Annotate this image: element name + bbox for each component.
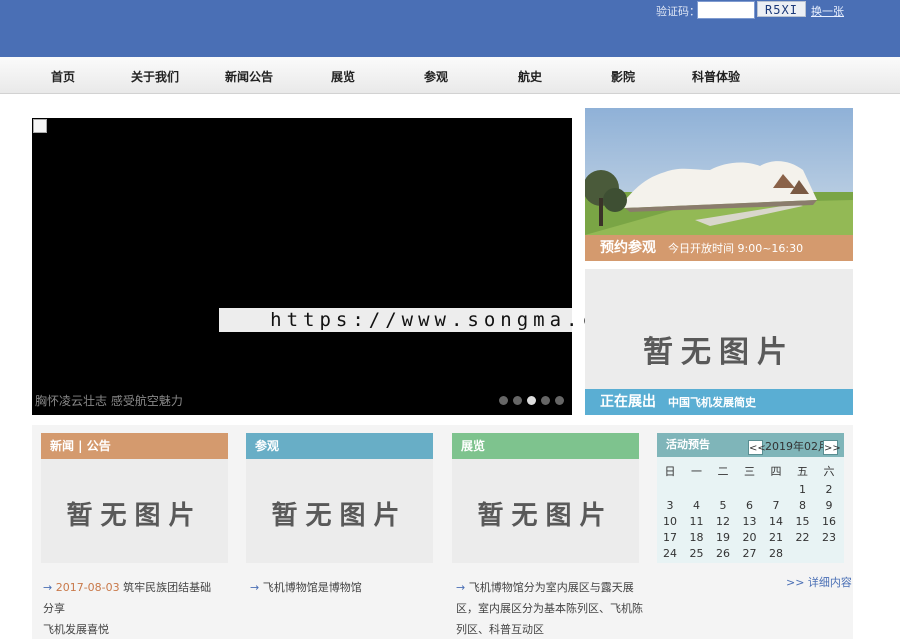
- calendar-day[interactable]: 17: [657, 531, 683, 544]
- calendar-day[interactable]: 4: [684, 499, 710, 512]
- calendar-day[interactable]: 22: [790, 531, 816, 544]
- slider-dot[interactable]: [555, 396, 564, 405]
- visit-item-text: 飞机博物馆是博物馆: [262, 581, 362, 594]
- news-item[interactable]: → 2017-08-03 筑牢民族团结基础 分享 飞机发展喜悦: [43, 577, 233, 640]
- slider-dot[interactable]: [513, 396, 522, 405]
- main-nav: 首页 关于我们 新闻公告 展览 参观 航史 影院 科普体验: [0, 57, 900, 94]
- calendar-day[interactable]: 7: [763, 499, 789, 512]
- no-image-text: 暂无图片: [66, 501, 203, 531]
- top-bar: 验证码： R5XI 换一张: [0, 0, 900, 57]
- captcha-input[interactable]: [697, 1, 755, 19]
- calendar-prev-button[interactable]: <<: [748, 440, 766, 455]
- calendar-day[interactable]: 8: [790, 499, 816, 512]
- no-image-text: 暂无图片: [477, 501, 614, 531]
- calendar-day[interactable]: 25: [684, 547, 710, 560]
- calendar-weekday: 五: [797, 465, 808, 478]
- calendar-next-button[interactable]: >>: [823, 440, 841, 455]
- calendar-weekday: 二: [717, 465, 729, 478]
- captcha-image: R5XI: [757, 1, 806, 17]
- calendar-weekday: 六: [823, 465, 835, 478]
- calendar-day[interactable]: 28: [763, 547, 789, 560]
- slider-dots: [499, 396, 564, 405]
- slider-dot[interactable]: [541, 396, 550, 405]
- nav-aviation-history[interactable]: 航史: [518, 57, 542, 93]
- nav-home[interactable]: 首页: [51, 57, 75, 93]
- news-header[interactable]: 新闻 | 公告: [41, 433, 228, 459]
- exhibit-col-image-placeholder: 暂无图片: [452, 459, 639, 563]
- nav-visit[interactable]: 参观: [424, 57, 448, 93]
- calendar-day[interactable]: 24: [657, 547, 683, 560]
- museum-photo[interactable]: [585, 108, 853, 235]
- no-image-text: 暂无图片: [643, 335, 795, 370]
- calendar-day[interactable]: 15: [790, 515, 816, 528]
- calendar-day[interactable]: 27: [737, 547, 763, 560]
- news-image-placeholder: 暂无图片: [41, 459, 228, 563]
- calendar-day[interactable]: 21: [763, 531, 789, 544]
- slide-caption: 胸怀凌云壮志 感受航空魅力: [35, 394, 183, 408]
- exhibit-item-line2: 区，室内展区分为基本陈列区、飞机陈: [456, 602, 643, 615]
- nav-news[interactable]: 新闻公告: [225, 57, 273, 93]
- bullet-arrow-icon: →: [43, 581, 53, 594]
- calendar-weekday: 四: [770, 465, 782, 478]
- broken-image-icon: [33, 119, 47, 133]
- calendar-day[interactable]: 1: [790, 483, 816, 496]
- calendar-day[interactable]: 6: [737, 499, 763, 512]
- calendar-day[interactable]: 14: [763, 515, 789, 528]
- calendar-day[interactable]: 23: [816, 531, 842, 544]
- calendar-day[interactable]: 20: [737, 531, 763, 544]
- nav-about[interactable]: 关于我们: [131, 57, 179, 93]
- exhibit-item-text: 飞机博物馆分为室内展区与露天展: [468, 581, 634, 594]
- visit-item[interactable]: → 飞机博物馆是博物馆: [250, 577, 435, 598]
- captcha-label: 验证码：: [656, 5, 700, 18]
- nav-cinema[interactable]: 影院: [611, 57, 635, 93]
- visit-banner[interactable]: 预约参观 今日开放时间 9:00~16:30: [585, 235, 853, 261]
- calendar-weekday: 三: [744, 465, 755, 478]
- calendar-day[interactable]: 12: [710, 515, 736, 528]
- calendar-day[interactable]: 18: [684, 531, 710, 544]
- more-details-link[interactable]: >> 详细内容: [786, 574, 852, 590]
- visit-hours: 今日开放时间 9:00~16:30: [668, 242, 804, 255]
- news-text-line2: 飞机发展喜悦: [43, 623, 109, 636]
- calendar-weekday: 一: [691, 465, 702, 478]
- calendar-day[interactable]: 16: [816, 515, 842, 528]
- exhibit-subtitle: 中国飞机发展简史: [668, 396, 756, 409]
- calendar-day[interactable]: 5: [710, 499, 736, 512]
- exhibit-col-header[interactable]: 展览: [452, 433, 639, 459]
- calendar-day[interactable]: 19: [710, 531, 736, 544]
- slider-dot[interactable]: [499, 396, 508, 405]
- nav-science[interactable]: 科普体验: [692, 57, 740, 93]
- calendar-day[interactable]: 13: [737, 515, 763, 528]
- exhibit-item-line3: 列区、科普互动区: [456, 623, 544, 636]
- visit-title: 预约参观: [600, 240, 656, 256]
- calendar-day[interactable]: 10: [657, 515, 683, 528]
- exhibit-banner[interactable]: 正在展出 中国飞机发展简史: [585, 389, 853, 415]
- calendar-month: 2019年02月: [765, 440, 829, 453]
- exhibit-title: 正在展出: [600, 394, 656, 410]
- calendar-weekday: 日: [664, 465, 676, 478]
- calendar-title: 活动预告: [666, 438, 710, 451]
- no-image-text: 暂无图片: [271, 501, 408, 531]
- hero-slider[interactable]: 胸怀凌云壮志 感受航空魅力: [32, 118, 572, 415]
- captcha-refresh-link[interactable]: 换一张: [811, 3, 844, 19]
- calendar-day[interactable]: 3: [657, 499, 683, 512]
- bullet-arrow-icon: →: [456, 581, 466, 594]
- calendar-day[interactable]: 26: [710, 547, 736, 560]
- calendar-day[interactable]: 2: [816, 483, 842, 496]
- visit-col-header[interactable]: 参观: [246, 433, 433, 459]
- calendar-day[interactable]: 11: [684, 515, 710, 528]
- news-date: 2017-08-03: [55, 581, 120, 594]
- nav-exhibitions[interactable]: 展览: [331, 57, 355, 93]
- exhibit-item[interactable]: → 飞机博物馆分为室内展区与露天展 区，室内展区分为基本陈列区、飞机陈 列区、科…: [456, 577, 651, 640]
- slider-dot[interactable]: [527, 396, 536, 405]
- calendar-grid: 日一二三四五六 1 2 3 4 5 6 7 8 9 10 11 12 13 14 15 16 17 18 19 20 21…: [657, 457, 844, 563]
- visit-image-placeholder: 暂无图片: [246, 459, 433, 563]
- calendar-day[interactable]: 9: [816, 499, 842, 512]
- bullet-arrow-icon: →: [250, 581, 260, 594]
- exhibit-image-placeholder: 暂无图片: [585, 269, 853, 389]
